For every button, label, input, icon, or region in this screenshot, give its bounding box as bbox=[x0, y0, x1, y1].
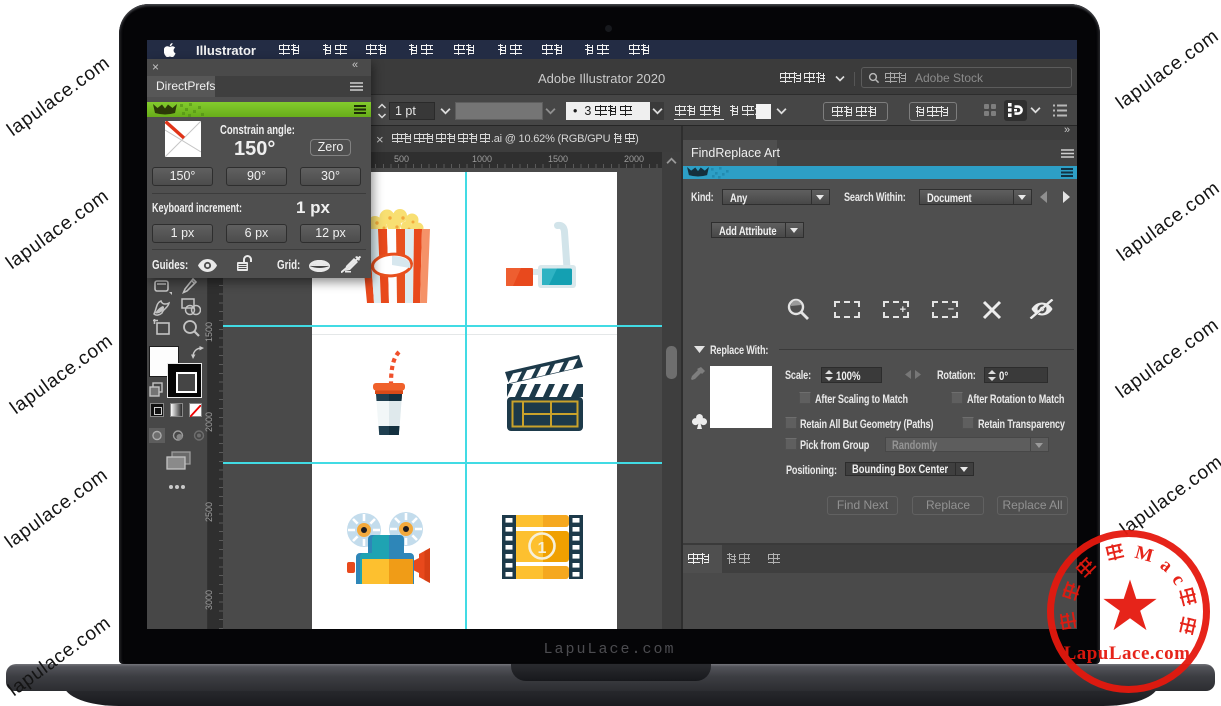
svg-text:1: 1 bbox=[538, 540, 547, 557]
